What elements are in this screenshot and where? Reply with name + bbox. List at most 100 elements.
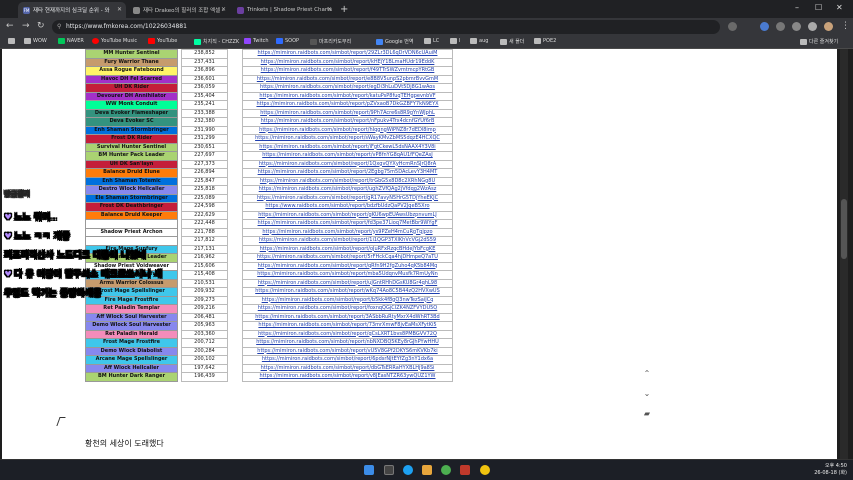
- raidbots-report-link[interactable]: https://mimiron.raidbots.com/simbot/repo…: [242, 219, 453, 229]
- raidbots-report-link[interactable]: https://mimiron.raidbots.com/simbot/repo…: [242, 117, 453, 127]
- close-tab-icon[interactable]: ✕: [327, 6, 332, 13]
- app-icon[interactable]: [480, 465, 490, 475]
- raidbots-report-link[interactable]: https://mimiron.raidbots.com/simbot/repo…: [242, 83, 453, 93]
- bookmark-google-translate[interactable]: Google 번역: [376, 38, 413, 45]
- reload-icon[interactable]: ↻: [37, 21, 45, 31]
- spec-name-cell: Enh Shaman Totemic: [85, 176, 178, 186]
- raidbots-report-link[interactable]: https://mimiron.raidbots.com/simbot/repo…: [242, 321, 453, 331]
- raidbots-report-link[interactable]: https://mimiron.raidbots.com/simbot/repo…: [242, 91, 453, 101]
- system-clock[interactable]: 오후 4:50 26-08-18 (화): [814, 463, 847, 477]
- raidbots-report-link[interactable]: https://mimiron.raidbots.com/simbot/repo…: [242, 304, 453, 314]
- scroll-up-icon[interactable]: ⌃: [640, 367, 654, 381]
- dps-value-cell: 209,216: [181, 304, 228, 314]
- raidbots-report-link[interactable]: https://mimiron.raidbots.com/simbot/repo…: [242, 66, 453, 76]
- bookmark-chzzk[interactable]: 치지직 - CHZZK: [194, 38, 239, 45]
- bookmark-lc[interactable]: LC: [424, 38, 439, 44]
- sidebar-icon[interactable]: [792, 22, 801, 31]
- raidbots-report-link[interactable]: https://mimiron.raidbots.com/simbot/repo…: [242, 210, 453, 220]
- raidbots-report-link[interactable]: https://mimiron.raidbots.com/simbot/repo…: [242, 125, 453, 135]
- maximize-button[interactable]: ☐: [815, 3, 822, 12]
- table-row: Balance Druid Elune 226,894 https://mimiro…: [85, 168, 453, 178]
- raidbots-report-link[interactable]: https://mimiron.raidbots.com/simbot/repo…: [242, 227, 453, 237]
- profile-avatar[interactable]: [824, 22, 833, 31]
- tab-trinkets-shadow-priest[interactable]: Trinkets | Shadow Priest Charts ✕: [232, 2, 336, 18]
- comment-icon[interactable]: ▰: [640, 407, 654, 421]
- raidbots-report-link[interactable]: https://www.raidbots.com/simbot/report/b…: [242, 202, 453, 212]
- raidbots-report-link[interactable]: https://mimiron.raidbots.com/simbot/repo…: [242, 346, 453, 356]
- table-row: Ret Paladin Templar 209,216 https://mimiro…: [85, 304, 453, 314]
- search-icon[interactable]: [384, 465, 394, 475]
- raidbots-report-link[interactable]: https://mimiron.raidbots.com/simbot/repo…: [242, 253, 453, 263]
- raidbots-report-link[interactable]: https://mimiron.raidbots.com/simbot/repo…: [242, 176, 453, 186]
- raidbots-report-link[interactable]: https://mimiron.raidbots.com/simbot/repo…: [242, 295, 453, 305]
- chat-message: 퍼프피직산사 노드디크 대등이 나었네: [4, 248, 146, 262]
- minimize-button[interactable]: –: [795, 3, 799, 12]
- bookmark-poe2[interactable]: POE2: [534, 38, 556, 44]
- close-tab-icon[interactable]: ✕: [117, 6, 122, 13]
- raidbots-report-link[interactable]: https://mimiron.raidbots.com/simbot/repo…: [242, 74, 453, 84]
- bookmark-new-folder[interactable]: 새 폴더: [500, 38, 524, 45]
- raidbots-report-link[interactable]: https://mimiron.raidbots.com/simbot/repo…: [242, 142, 453, 152]
- extensions-puzzle-icon[interactable]: [776, 22, 785, 31]
- bookmark-aug[interactable]: aug: [470, 38, 488, 44]
- tab-drakeo-healer[interactable]: 재타 Drakeo의 힐러의 조합 엑셀 - ✕: [128, 2, 230, 18]
- url-input[interactable]: ⚲ https://www.fmkorea.com/10226034881: [52, 20, 720, 34]
- other-bookmarks[interactable]: 다른 즐겨찾기: [800, 38, 838, 45]
- raidbots-report-link[interactable]: https://mimiron.raidbots.com/simbot/repo…: [242, 185, 453, 195]
- tab-fmkorea-ranking[interactable]: FM 재타 현재까지의 심크딜 순위 - 와 ✕: [18, 2, 126, 18]
- bookmark-label: YouTube: [157, 38, 178, 44]
- raidbots-report-link[interactable]: https://mimiron.raidbots.com/simbot/repo…: [242, 151, 453, 161]
- raidbots-report-link[interactable]: https://mimiron.raidbots.com/simbot/repo…: [242, 329, 453, 339]
- raidbots-report-link[interactable]: https://mimiron.raidbots.com/simbot/repo…: [242, 278, 453, 288]
- menu-kebab-icon[interactable]: ⋮: [841, 21, 850, 31]
- bookmark-soop[interactable]: SOOP: [276, 38, 299, 44]
- raidbots-report-link[interactable]: https://mimiron.raidbots.com/simbot/repo…: [242, 338, 453, 348]
- raidbots-report-link[interactable]: https://mimiron.raidbots.com/simbot/repo…: [242, 49, 453, 59]
- scrollbar-thumb[interactable]: [841, 199, 847, 259]
- spec-name-cell: Aff Wlock Hellcaller: [85, 363, 178, 373]
- bookmark-youtube[interactable]: YouTube: [148, 38, 177, 44]
- bookmark-youtube-music[interactable]: YouTube Music: [92, 38, 137, 44]
- raidbots-report-link[interactable]: https://mimiron.raidbots.com/simbot/repo…: [242, 312, 453, 322]
- file-explorer-icon[interactable]: [422, 465, 432, 475]
- windows-start-icon[interactable]: [364, 465, 374, 475]
- forward-arrow-icon[interactable]: →: [22, 21, 30, 31]
- bookmark-twitch[interactable]: Twitch: [244, 38, 269, 44]
- spec-name-cell: UH DK San'layn: [85, 159, 178, 169]
- site-info-icon[interactable]: ⚲: [57, 20, 61, 34]
- chrome-icon[interactable]: [441, 465, 451, 475]
- raidbots-report-link[interactable]: https://mimiron.raidbots.com/simbot/repo…: [242, 287, 453, 297]
- raidbots-report-link[interactable]: https://mimiron.raidbots.com/simbot/repo…: [242, 355, 453, 365]
- raidbots-report-link[interactable]: https://mimiron.raidbots.com/simbot/repo…: [242, 372, 453, 382]
- raidbots-report-link[interactable]: https://mimiron.raidbots.com/simbot/repo…: [242, 159, 453, 169]
- bookmark-i[interactable]: I: [450, 38, 460, 44]
- bookmark-afreeca[interactable]: 마프리카도무리: [310, 38, 351, 45]
- bookmark-star-icon[interactable]: [728, 22, 737, 31]
- raidbots-report-link[interactable]: https://mimiron.raidbots.com/simbot/repo…: [242, 108, 453, 118]
- bookmark-wow[interactable]: WOW: [24, 38, 47, 44]
- raidbots-report-link[interactable]: https://mimiron.raidbots.com/simbot/repo…: [242, 193, 453, 203]
- downloads-icon[interactable]: [808, 22, 817, 31]
- edge-icon[interactable]: [403, 465, 413, 475]
- scroll-down-icon[interactable]: ⌄: [640, 387, 654, 401]
- bookmark-naver[interactable]: NAVER: [58, 38, 84, 44]
- raidbots-report-link[interactable]: https://mimiron.raidbots.com/simbot/repo…: [242, 57, 453, 67]
- extension-icon[interactable]: [760, 22, 769, 31]
- raidbots-report-link[interactable]: https://mimiron.raidbots.com/simbot/repo…: [242, 363, 453, 373]
- spec-name-cell: Deva Evoker Flameshaper: [85, 108, 178, 118]
- app-icon[interactable]: [460, 465, 470, 475]
- raidbots-report-link[interactable]: https://mimiron.raidbots.com/simbot/repo…: [242, 244, 453, 254]
- bookmark-folder[interactable]: [8, 38, 17, 44]
- raidbots-report-link[interactable]: https://mimiron.raidbots.com/simbot/repo…: [242, 270, 453, 280]
- close-window-button[interactable]: ✕: [836, 3, 843, 12]
- raidbots-report-link[interactable]: https://mimiron.raidbots.com/simbot/repo…: [242, 261, 453, 271]
- raidbots-report-link[interactable]: https://mimiron.raidbots.com/simbot/repo…: [242, 236, 453, 246]
- new-tab-button[interactable]: +: [340, 4, 348, 15]
- raidbots-report-link[interactable]: https://mimiron.raidbots.com/simbot/repo…: [242, 134, 453, 144]
- back-arrow-icon[interactable]: ←: [6, 21, 14, 31]
- cell-gap: [228, 194, 243, 203]
- close-tab-icon[interactable]: ✕: [221, 6, 226, 13]
- raidbots-report-link[interactable]: https://mimiron.raidbots.com/simbot/repo…: [242, 168, 453, 178]
- page-scrollbar[interactable]: [840, 49, 848, 459]
- raidbots-report-link[interactable]: https://mimiron.raidbots.com/simbot/repo…: [242, 100, 453, 110]
